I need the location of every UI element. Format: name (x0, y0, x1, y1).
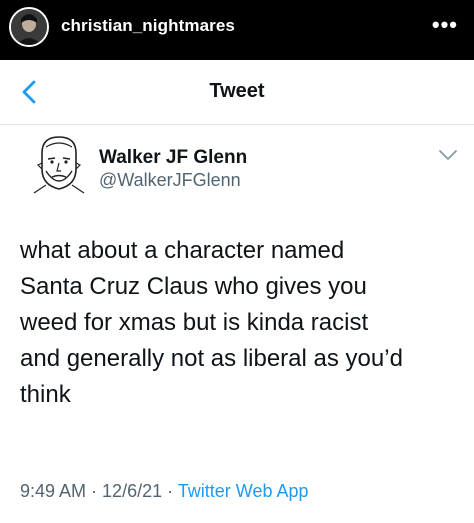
instagram-username[interactable]: christian_nightmares (61, 16, 235, 36)
tweet-source-link[interactable]: Twitter Web App (178, 481, 309, 501)
avatar-portrait-icon (11, 9, 47, 45)
tweet-time[interactable]: 9:49 AM (20, 481, 86, 501)
tweet-metadata: 9:49 AM · 12/6/21 · Twitter Web App (20, 481, 309, 502)
tweet-nav-bar: Tweet (0, 60, 474, 125)
page-title: Tweet (209, 80, 265, 102)
meta-separator: · (162, 481, 178, 501)
author-avatar[interactable] (32, 133, 86, 195)
tweet-text: what about a character named Santa Cruz … (20, 237, 403, 408)
tweet-date[interactable]: 12/6/21 (102, 481, 162, 501)
author-handle[interactable]: @WalkerJFGlenn (99, 170, 241, 191)
more-options-icon[interactable]: ••• (432, 12, 458, 38)
author-name[interactable]: Walker JF Glenn (99, 147, 247, 169)
instagram-avatar[interactable] (9, 7, 49, 47)
instagram-header: christian_nightmares ••• (0, 0, 474, 60)
meta-separator: · (86, 481, 103, 501)
chevron-down-icon[interactable] (437, 148, 459, 162)
